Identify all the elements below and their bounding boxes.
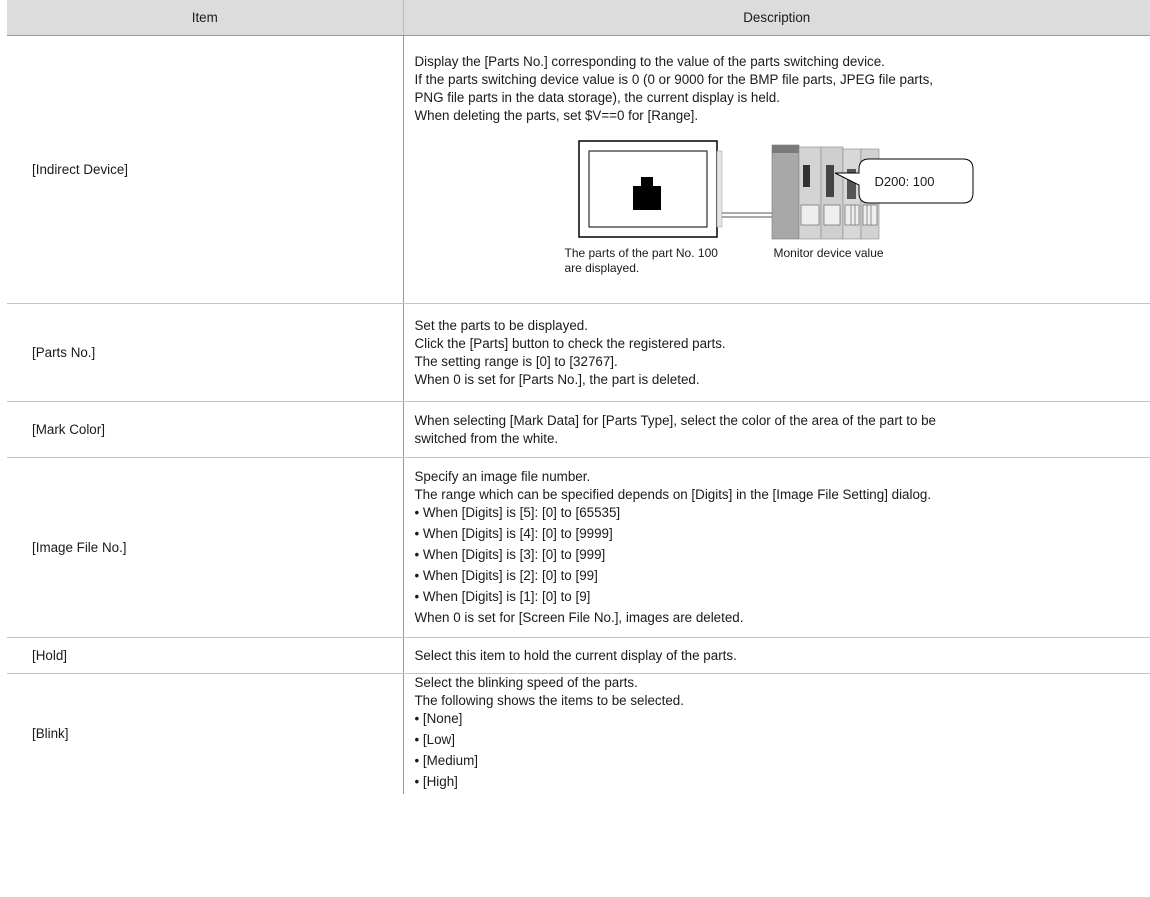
column-header-description: Description xyxy=(403,0,1150,36)
row-item-image-file-no: [Image File No.] xyxy=(7,457,404,638)
row-item-indirect-device: [Indirect Device] xyxy=(7,35,404,304)
desc-line: Specify an image file number. xyxy=(414,469,591,484)
row-item-parts-no: [Parts No.] xyxy=(7,303,404,402)
table-row: [Hold] Select this item to hold the curr… xyxy=(7,637,1150,674)
table-row: [Mark Color] When selecting [Mark Data] … xyxy=(7,401,1150,458)
desc-line: switched from the white. xyxy=(414,430,559,446)
desc-line: When deleting the parts, set $V==0 for [… xyxy=(414,107,699,123)
caption-monitor-device-value: Monitor device value xyxy=(773,245,884,260)
desc-bullet: • When [Digits] is [4]: [0] to [9999] xyxy=(414,526,613,541)
table-row: [Parts No.] Set the parts to be displaye… xyxy=(7,303,1150,402)
row-description-image-file-no: Specify an image file number. The range … xyxy=(403,457,1150,638)
desc-bullet: • When [Digits] is [2]: [0] to [99] xyxy=(414,568,598,583)
indirect-device-figure: D200: 100 The parts of the part No. 100 … xyxy=(415,129,975,287)
row-item-mark-color: [Mark Color] xyxy=(7,401,404,458)
desc-bullet: • [Low] xyxy=(414,732,455,747)
desc-bullet: • When [Digits] is [5]: [0] to [65535] xyxy=(414,505,621,520)
desc-line: Click the [Parts] button to check the re… xyxy=(414,335,726,351)
desc-line: When selecting [Mark Data] for [Parts Ty… xyxy=(414,412,937,428)
row-description-parts-no: Set the parts to be displayed. Click the… xyxy=(403,303,1150,402)
row-description-hold: Select this item to hold the current dis… xyxy=(403,637,1150,674)
desc-line: Select this item to hold the current dis… xyxy=(414,647,737,663)
desc-line: PNG file parts in the data storage), the… xyxy=(414,89,780,105)
caption-parts-displayed-1: The parts of the part No. 100 xyxy=(564,245,718,260)
table-row: [Blink] Select the blinking speed of the… xyxy=(7,673,1150,795)
desc-line: Display the [Parts No.] corresponding to… xyxy=(414,53,885,69)
desc-bullet: • [High] xyxy=(414,774,458,789)
row-description-blink: Select the blinking speed of the parts. … xyxy=(403,674,1150,795)
desc-bullet: • When [Digits] is [1]: [0] to [9] xyxy=(414,589,591,604)
desc-line: Set the parts to be displayed. xyxy=(414,317,588,333)
column-header-item: Item xyxy=(7,0,404,36)
caption-parts-displayed-2: are displayed. xyxy=(564,260,640,275)
settings-table: Item Description [Indirect Device] Displ… xyxy=(7,0,1150,794)
desc-line: The following shows the items to be sele… xyxy=(414,693,684,708)
row-item-hold: [Hold] xyxy=(7,637,404,674)
desc-line: If the parts switching device value is 0… xyxy=(414,71,934,87)
desc-bullet: • [Medium] xyxy=(414,753,478,768)
desc-line: The setting range is [0] to [32767]. xyxy=(414,353,618,369)
desc-line: When 0 is set for [Parts No.], the part … xyxy=(414,371,700,387)
cable-icon xyxy=(721,212,775,217)
got-plc-diagram xyxy=(577,139,973,239)
desc-bullet: • When [Digits] is [3]: [0] to [999] xyxy=(414,547,606,562)
row-description-indirect-device: Display the [Parts No.] corresponding to… xyxy=(403,35,1150,304)
table-row: [Image File No.] Specify an image file n… xyxy=(7,457,1150,638)
desc-line: The range which can be specified depends… xyxy=(414,487,932,502)
row-description-mark-color: When selecting [Mark Data] for [Parts Ty… xyxy=(403,401,1150,458)
row-item-blink: [Blink] xyxy=(7,673,404,794)
desc-line: Select the blinking speed of the parts. xyxy=(414,675,638,690)
desc-bullet: • [None] xyxy=(414,711,463,726)
table-header-row: Item Description xyxy=(7,0,1150,36)
desc-line: When 0 is set for [Screen File No.], ima… xyxy=(414,610,744,625)
callout-label: D200: 100 xyxy=(874,173,935,189)
table-row: [Indirect Device] Display the [Parts No.… xyxy=(7,35,1150,304)
got-display-icon xyxy=(577,139,722,238)
